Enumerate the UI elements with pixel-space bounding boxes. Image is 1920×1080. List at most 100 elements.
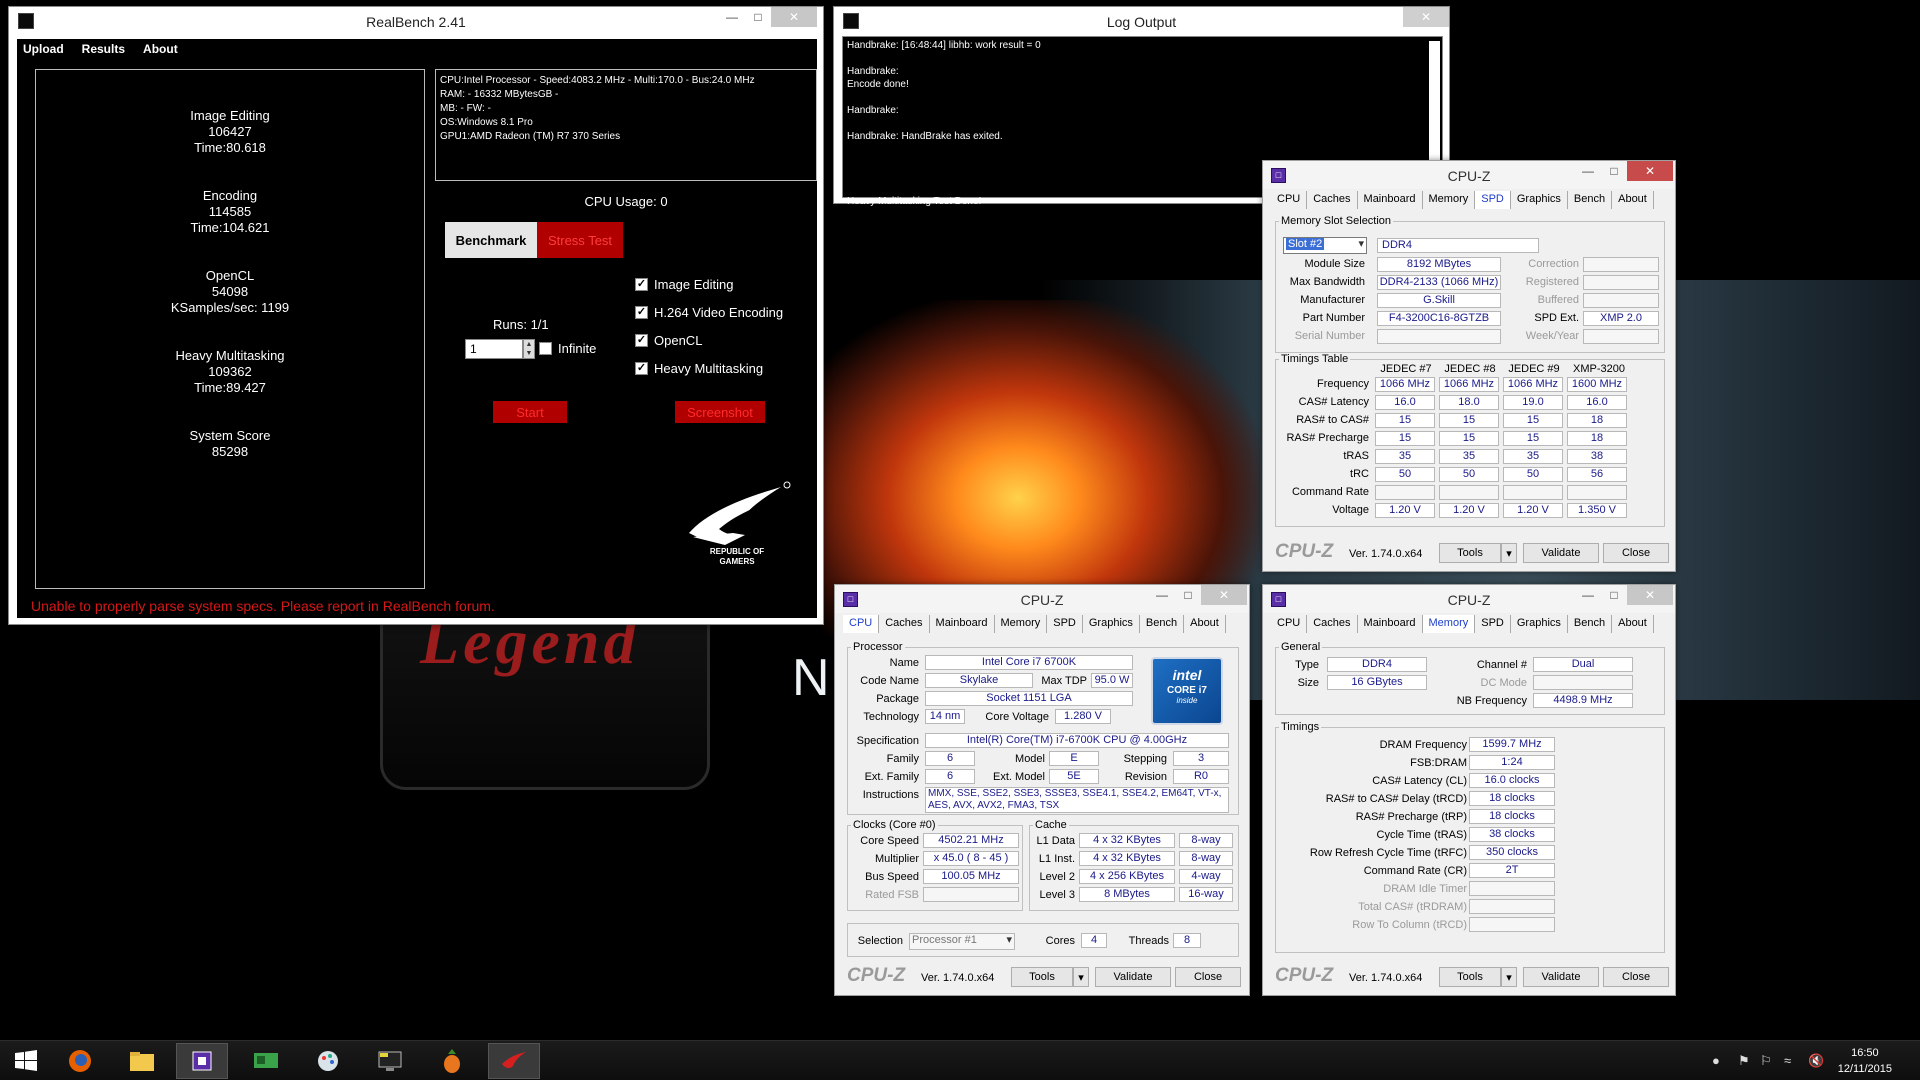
close-button[interactable]: ✕ [1201,585,1247,605]
tab-about[interactable]: About [1612,191,1654,209]
tab-cpu[interactable]: CPU [1271,191,1308,209]
security-tray-icon[interactable]: ⚑ [1738,1053,1750,1069]
checkmark-icon[interactable]: ✓ [635,362,648,375]
minimize-button[interactable]: — [719,7,745,27]
validate-button[interactable]: Validate [1523,967,1599,987]
close-window-button[interactable]: Close [1175,967,1241,987]
realbench-titlebar[interactable]: RealBench 2.41 — □ ✕ [9,7,823,35]
chevron-down-icon[interactable]: ▾ [1358,238,1364,251]
test-image-editing[interactable]: ✓ Image Editing [635,277,734,292]
cpuz-titlebar[interactable]: □ CPU-Z — □ ✕ [1263,161,1675,189]
cpuz-titlebar[interactable]: □ CPU-Z — □ ✕ [835,585,1249,613]
maximize-button[interactable]: □ [1601,161,1627,181]
chevron-down-icon[interactable]: ▾ [1073,967,1089,987]
checkmark-icon[interactable]: ✓ [635,306,648,319]
slot-select[interactable]: Slot #2 ▾ [1283,237,1367,254]
tools-button[interactable]: Tools [1439,543,1501,563]
screenshot-button[interactable]: Screenshot [675,401,765,423]
tab-cpu[interactable]: CPU [1271,615,1308,633]
tab-about[interactable]: About [1184,615,1226,633]
menu-upload[interactable]: Upload [23,42,64,56]
tab-caches[interactable]: Caches [1307,615,1358,633]
volume-muted-icon[interactable]: 🔇 [1808,1053,1824,1069]
tab-spd[interactable]: SPD [1047,615,1083,633]
log-titlebar[interactable]: Log Output ✕ [834,7,1449,35]
monitor-app-icon[interactable] [364,1043,416,1079]
minimize-button[interactable]: — [1575,585,1601,605]
tab-spd[interactable]: SPD [1475,191,1511,209]
windows-start-icon[interactable] [0,1043,52,1079]
tab-graphics[interactable]: Graphics [1511,191,1568,209]
checkbox-box[interactable] [539,342,552,355]
benchmark-tab-button[interactable]: Benchmark [445,222,537,258]
test-h264-encoding[interactable]: ✓ H.264 Video Encoding [635,305,783,320]
maximize-button[interactable]: □ [745,7,771,27]
file-explorer-icon[interactable] [116,1043,168,1079]
maximize-button[interactable]: □ [1601,585,1627,605]
validate-button[interactable]: Validate [1095,967,1171,987]
tab-graphics[interactable]: Graphics [1083,615,1140,633]
tab-caches[interactable]: Caches [1307,191,1358,209]
tab-mainboard[interactable]: Mainboard [930,615,995,633]
runs-input[interactable]: 1 [465,339,523,359]
flag-tray-icon[interactable]: ⚐ [1760,1053,1772,1069]
infinite-checkbox[interactable]: Infinite [539,341,596,356]
validate-button[interactable]: Validate [1523,543,1599,563]
checkmark-icon[interactable]: ✓ [635,334,648,347]
tab-mainboard[interactable]: Mainboard [1358,615,1423,633]
tab-caches[interactable]: Caches [879,615,930,633]
realbench-taskbar-icon[interactable] [488,1043,540,1079]
stress-test-tab-button[interactable]: Stress Test [537,222,623,258]
tab-memory[interactable]: Memory [1422,615,1476,633]
taskbar-clock[interactable]: 16:50 12/11/2015 [1838,1045,1892,1077]
cpuz-taskbar-icon[interactable] [176,1043,228,1079]
tab-about[interactable]: About [1612,615,1654,633]
tab-bench[interactable]: Bench [1568,191,1613,209]
chevron-down-icon[interactable]: ▾ [1006,934,1012,947]
tools-button[interactable]: Tools [1439,967,1501,987]
tab-spd[interactable]: SPD [1475,615,1511,633]
tab-bench[interactable]: Bench [1568,615,1613,633]
close-window-button[interactable]: Close [1603,967,1669,987]
wifi-tray-icon[interactable]: ≈ [1784,1053,1791,1068]
gpu-z-icon[interactable] [240,1043,292,1079]
timing-cell: 15 [1375,413,1435,428]
tab-mainboard[interactable]: Mainboard [1358,191,1423,209]
tab-memory[interactable]: Memory [1423,191,1476,209]
test-heavy-multitasking[interactable]: ✓ Heavy Multitasking [635,361,763,376]
cache-level-label: Level 3 [1039,889,1075,901]
test-opencl[interactable]: ✓ OpenCL [635,333,702,348]
minimize-button[interactable]: — [1575,161,1601,181]
handbrake-icon[interactable] [426,1043,478,1079]
close-button[interactable]: ✕ [771,7,817,27]
name-value: Intel Core i7 6700K [925,655,1133,670]
menu-about[interactable]: About [143,42,178,56]
close-button[interactable]: ✕ [1403,7,1449,27]
close-window-button[interactable]: Close [1603,543,1669,563]
realbench-window: RealBench 2.41 — □ ✕ Upload Results Abou… [8,6,824,625]
maximize-button[interactable]: □ [1175,585,1201,605]
chevron-down-icon[interactable]: ▾ [1501,543,1517,563]
processor-select[interactable]: Processor #1 ▾ [909,933,1015,950]
close-button[interactable]: ✕ [1627,585,1673,605]
close-button[interactable]: ✕ [1627,161,1673,181]
network-tray-icon[interactable]: ● [1712,1053,1720,1068]
minimize-button[interactable]: — [1149,585,1175,605]
chevron-down-icon[interactable]: ▾ [1501,967,1517,987]
tab-cpu[interactable]: CPU [843,615,880,633]
rog-text-line: REPUBLIC OF [709,547,765,556]
pineapple-icon [444,1049,460,1073]
manufacturer-value: G.Skill [1377,293,1501,308]
cpuz-titlebar[interactable]: □ CPU-Z — □ ✕ [1263,585,1675,613]
tab-memory[interactable]: Memory [995,615,1048,633]
tab-bench[interactable]: Bench [1140,615,1185,633]
runs-spinner[interactable]: ▲ ▼ [523,339,535,359]
tools-button[interactable]: Tools [1011,967,1073,987]
checkmark-icon[interactable]: ✓ [635,278,648,291]
paint-icon[interactable] [302,1043,354,1079]
buffered-value [1583,293,1659,308]
start-button[interactable]: Start [493,401,567,423]
menu-results[interactable]: Results [82,42,125,56]
tab-graphics[interactable]: Graphics [1511,615,1568,633]
firefox-icon[interactable] [54,1043,106,1079]
